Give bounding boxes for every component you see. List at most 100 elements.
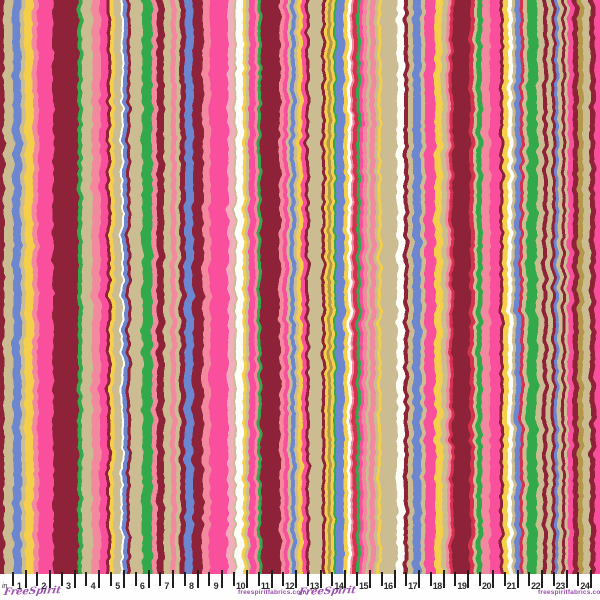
ruler-number: 13 <box>310 581 319 591</box>
ruler-tick <box>467 570 469 588</box>
stripe-maroon <box>453 0 470 575</box>
ruler-tick <box>454 572 456 586</box>
stripe-tan <box>4 0 13 575</box>
stripe-maroon <box>193 0 203 575</box>
stripe-tan <box>130 0 142 575</box>
ruler-number: 5 <box>115 581 120 591</box>
ruler-tick <box>405 572 407 586</box>
ruler-tick <box>85 572 87 586</box>
selvage-ruler: in FreeSpirit freespiritfabrics.com Free… <box>0 574 600 600</box>
ruler-tick <box>566 570 568 588</box>
website-text: freespiritfabrics.com <box>538 589 600 596</box>
ruler-tick <box>528 572 530 586</box>
ruler-tick <box>381 572 383 586</box>
stripe-salmon <box>92 0 100 575</box>
ruler-number: 7 <box>164 581 169 591</box>
striped-fabric-area <box>0 0 600 575</box>
stripe-tan <box>164 0 171 575</box>
ruler-tick <box>418 570 420 588</box>
stripe-yellow <box>435 0 442 575</box>
ruler-number: 11 <box>261 581 270 591</box>
ruler-tick <box>271 570 273 588</box>
ruler-tick <box>74 570 76 588</box>
ruler-number: 20 <box>482 581 491 591</box>
ruler-tick <box>221 570 223 588</box>
ruler-number: 1 <box>17 581 22 591</box>
ruler-number: 14 <box>334 581 343 591</box>
ruler-tick <box>233 572 235 586</box>
ruler-tick <box>443 570 445 588</box>
stripe-pattern <box>0 0 600 575</box>
ruler-tick <box>123 570 125 588</box>
ruler-number: 4 <box>91 581 96 591</box>
ruler-tick <box>344 570 346 588</box>
stripe-white <box>236 0 243 575</box>
stripe-hotpink <box>425 0 435 575</box>
ruler-number: 22 <box>531 581 540 591</box>
ruler-tick <box>49 570 51 588</box>
ruler-tick <box>12 572 14 586</box>
ruler-number: 16 <box>384 581 393 591</box>
stripe-hotpink <box>38 0 53 575</box>
ruler-number: 10 <box>236 581 245 591</box>
stripe-tan <box>114 0 121 575</box>
ruler-tick <box>517 570 519 588</box>
stripe-green <box>527 0 537 575</box>
ruler-tick <box>197 570 199 588</box>
stripe-green <box>142 0 152 575</box>
ruler-number: 8 <box>189 581 194 591</box>
ruler-tick <box>320 570 322 588</box>
stripe-blue <box>413 0 421 575</box>
ruler-tick <box>295 570 297 588</box>
ruler-tick <box>135 572 137 586</box>
ruler-tick <box>25 570 27 588</box>
stripe-tan <box>309 0 322 575</box>
ruler-tick <box>430 572 432 586</box>
stripe-salmon <box>203 0 210 575</box>
ruler-number: 6 <box>140 581 145 591</box>
ruler-tick <box>258 572 260 586</box>
stripe-hotpink <box>595 0 600 575</box>
ruler-tick <box>208 572 210 586</box>
stripe-hotpink <box>490 0 500 575</box>
ruler-number: 23 <box>556 581 565 591</box>
stripe-tan <box>381 0 397 575</box>
ruler-number: 2 <box>41 581 46 591</box>
stripe-blue <box>185 0 193 575</box>
ruler-number: 18 <box>433 581 442 591</box>
ruler-tick <box>36 572 38 586</box>
stripe-maroon <box>261 0 280 575</box>
ruler-tick <box>159 572 161 586</box>
stripe-salmon <box>482 0 490 575</box>
ruler-tick <box>172 570 174 588</box>
ruler-tick <box>479 572 481 586</box>
stripe-white <box>397 0 404 575</box>
stripe-maroon <box>53 0 78 575</box>
ruler-number: 21 <box>507 581 516 591</box>
ruler-tick <box>61 572 63 586</box>
ruler-tick <box>98 570 100 588</box>
stripe-yellow <box>25 0 33 575</box>
fabric-swatch: in FreeSpirit freespiritfabrics.com Free… <box>0 0 600 600</box>
ruler-tick <box>541 570 543 588</box>
stripe-hotpink <box>210 0 228 575</box>
ruler-tick <box>492 570 494 588</box>
stripe-blue <box>13 0 21 575</box>
ruler-tick <box>282 572 284 586</box>
freespirit-logo: FreeSpirit <box>3 585 62 598</box>
ruler-tick <box>369 570 371 588</box>
ruler-tick <box>184 572 186 586</box>
ruler-tick <box>394 570 396 588</box>
ruler-tick <box>246 570 248 588</box>
stripe-tan <box>583 0 590 575</box>
stripe-maroon <box>157 0 164 575</box>
stripe-hotpink <box>100 0 107 575</box>
ruler-tick <box>356 572 358 586</box>
ruler-number: 3 <box>66 581 71 591</box>
stripe-tan <box>82 0 92 575</box>
stripe-blue <box>336 0 344 575</box>
ruler-tick <box>148 570 150 588</box>
ruler-tick <box>590 570 592 588</box>
ruler-number: 15 <box>359 581 368 591</box>
ruler-tick <box>577 572 579 586</box>
